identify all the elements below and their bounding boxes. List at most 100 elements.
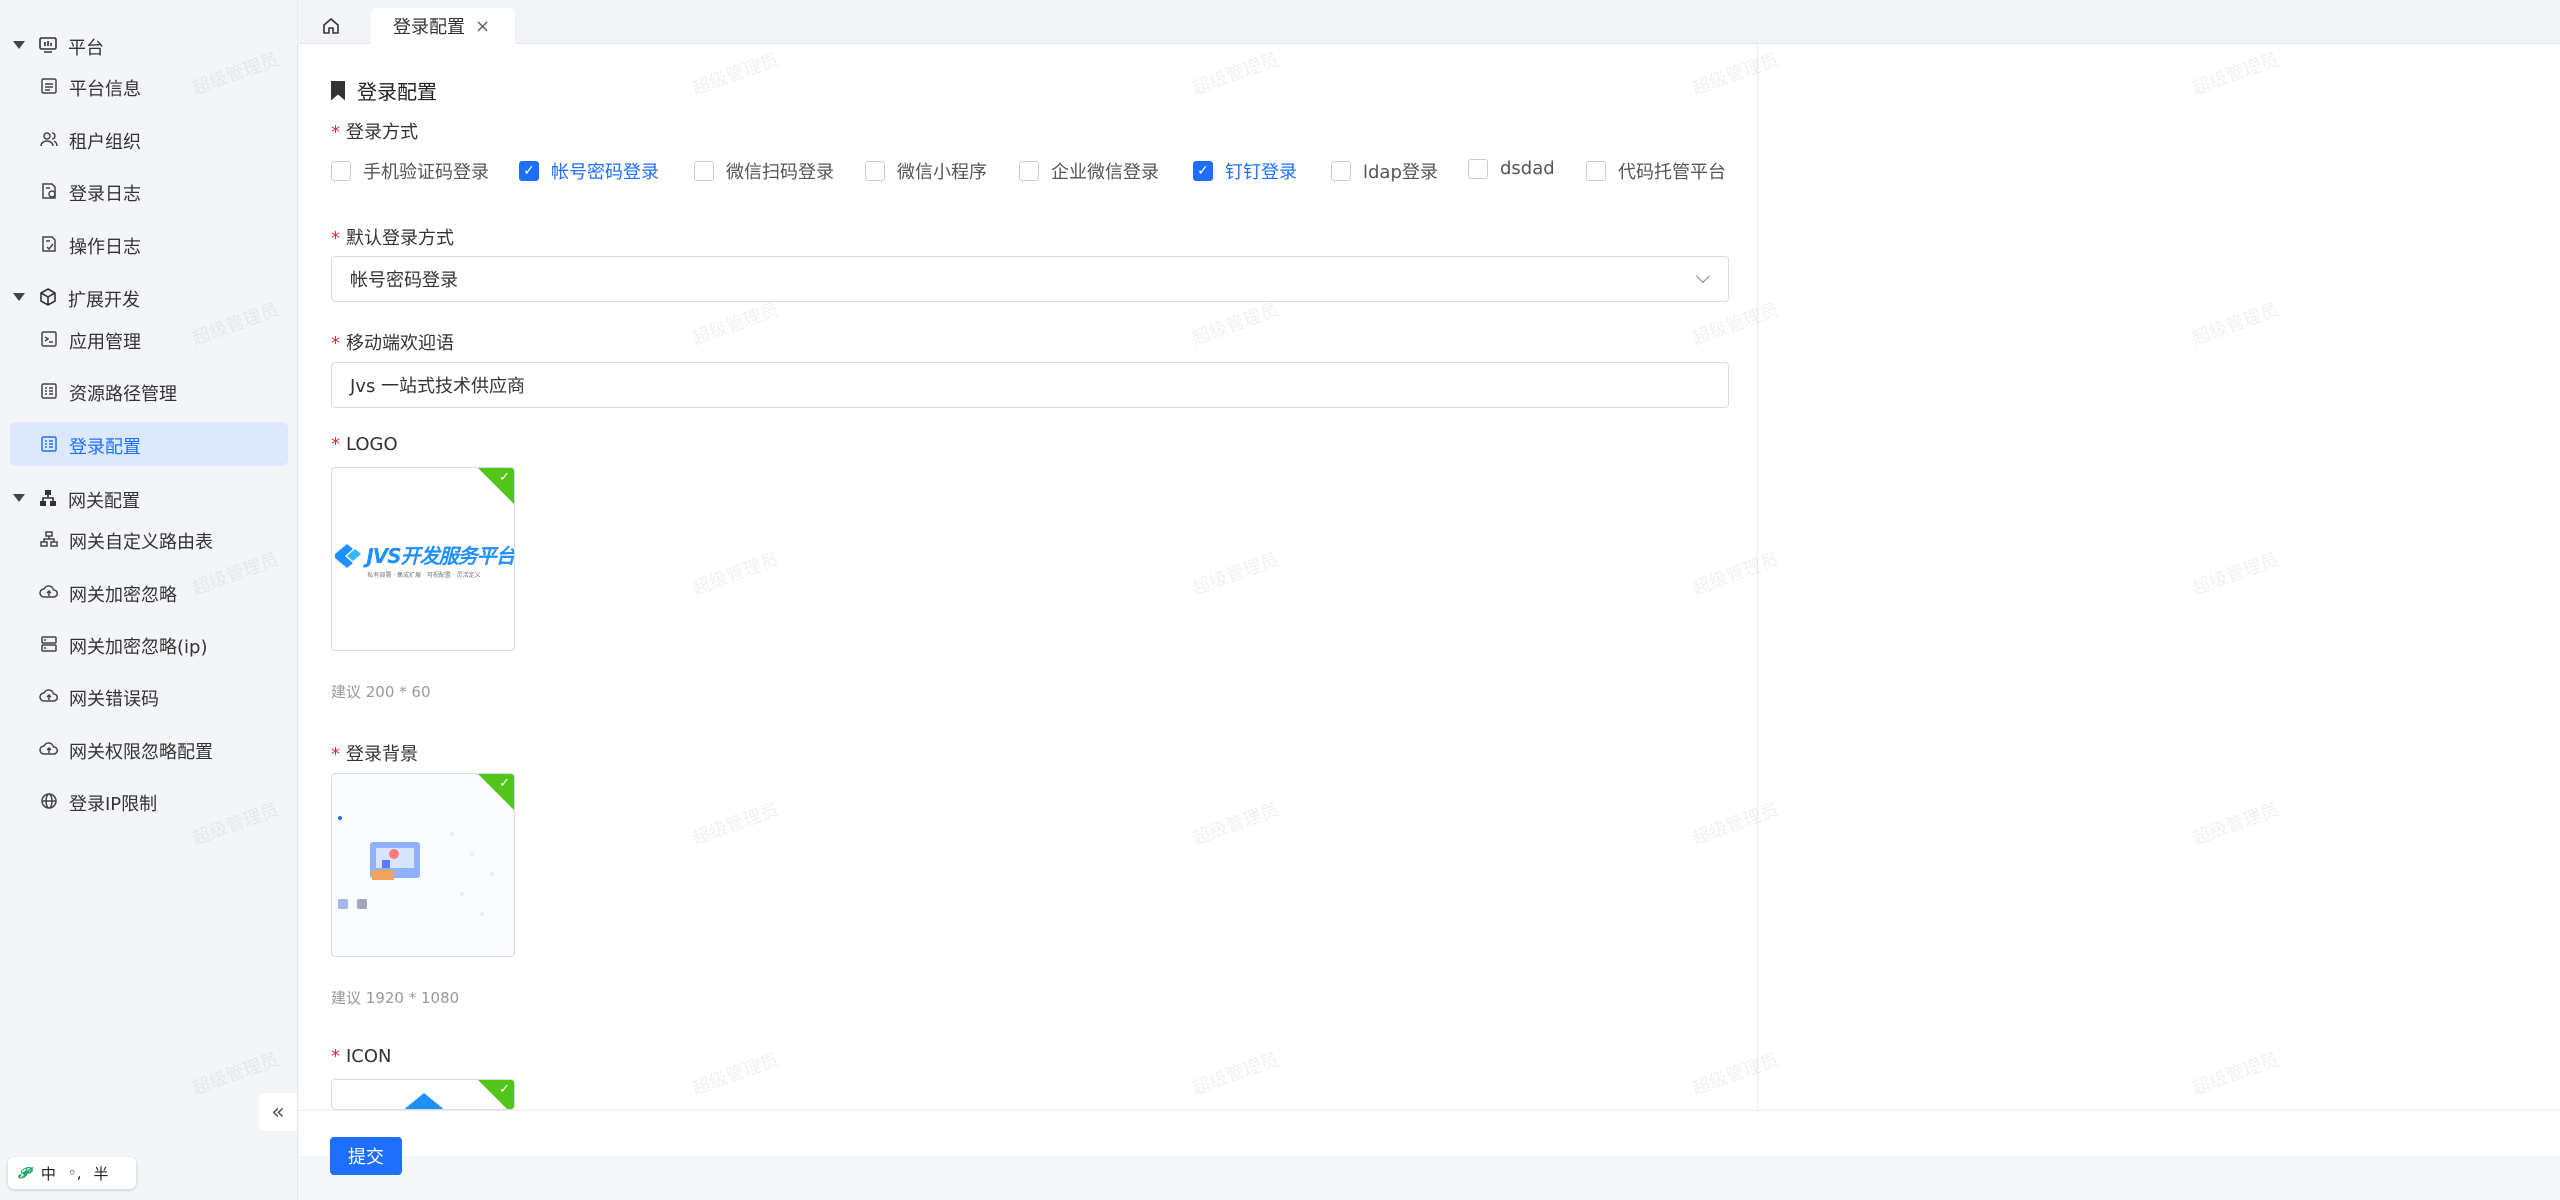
checkbox-box[interactable] xyxy=(331,161,351,181)
menu-group-label: 扩展开发 xyxy=(68,290,140,311)
ime-width-toggle[interactable]: 半 xyxy=(93,1163,108,1184)
check-icon: ✓ xyxy=(499,470,510,485)
check-icon[interactable]: ✓ xyxy=(519,161,539,181)
log-icon xyxy=(42,183,56,199)
tab-bar: 登录配置 × xyxy=(299,0,2560,44)
checkbox-dsdad[interactable]: dsdad xyxy=(1468,158,1555,179)
menu-group-platform[interactable]: 平台 xyxy=(0,25,298,65)
check-icon: ✓ xyxy=(499,776,510,791)
icon-label: * ICON xyxy=(331,1046,392,1067)
sidebar-item-tenant-org[interactable]: 租户组织 xyxy=(10,117,288,161)
sidebar-item-operation-log[interactable]: 操作日志 xyxy=(10,222,288,266)
sidebar-item-label: 租户组织 xyxy=(69,132,141,153)
bookmark-icon xyxy=(331,80,345,101)
welcome-input[interactable]: Jvs 一站式技术供应商 xyxy=(331,362,1729,408)
welcome-label: * 移动端欢迎语 xyxy=(331,333,454,354)
ime-punct-toggle[interactable]: ◦, xyxy=(68,1164,82,1182)
checkbox-ldap-login[interactable]: ldap登录 xyxy=(1331,158,1438,184)
sidebar-item-label: 网关权限忽略配置 xyxy=(69,742,213,763)
sidebar-item-label: 登录配置 xyxy=(69,437,141,458)
submit-button[interactable]: 提交 xyxy=(330,1137,402,1175)
default-method-select[interactable]: 帐号密码登录 xyxy=(331,256,1729,302)
checkbox-box[interactable] xyxy=(1586,161,1606,181)
home-icon xyxy=(323,18,339,34)
home-tab[interactable] xyxy=(307,8,355,44)
logo-text: JVS开发服务平台 xyxy=(366,544,515,568)
sidebar-item-label: 应用管理 xyxy=(69,332,141,353)
sidebar-item-gateway-permission-ignore[interactable]: 网关权限忽略配置 xyxy=(10,727,288,771)
checkbox-sms-login[interactable]: 手机验证码登录 xyxy=(331,158,489,184)
logo-upload[interactable]: JVS开发服务平台 私有部署 · 集成扩展 · 可视配置 · 灵活定义 ✓ xyxy=(331,467,515,651)
sidebar-item-login-config[interactable]: 登录配置 xyxy=(10,422,288,466)
route-icon xyxy=(40,531,58,547)
sidebar-item-label: 资源路径管理 xyxy=(69,384,177,405)
bg-label: * 登录背景 xyxy=(331,744,418,765)
sidebar-item-label: 网关自定义路由表 xyxy=(69,532,213,553)
icon-upload[interactable]: ✓ xyxy=(331,1079,515,1110)
sidebar-item-resource-path[interactable]: 资源路径管理 xyxy=(10,369,288,413)
sidebar-item-gateway-route[interactable]: 网关自定义路由表 xyxy=(10,517,288,561)
logo-hint: 建议 200 * 60 xyxy=(331,683,431,701)
sidebar-item-gateway-encrypt-ignore-ip[interactable]: 网关加密忽略(ip) xyxy=(10,622,288,666)
section-header: 登录配置 xyxy=(331,76,437,105)
gateway-icon xyxy=(40,490,56,506)
menu-group-extension[interactable]: 扩展开发 xyxy=(0,277,298,317)
input-value: Jvs 一站式技术供应商 xyxy=(350,376,526,397)
checkbox-box[interactable] xyxy=(1331,161,1351,181)
logo-preview: JVS开发服务平台 私有部署 · 集成扩展 · 可视配置 · 灵活定义 xyxy=(332,534,515,584)
sidebar-item-label: 平台信息 xyxy=(69,79,141,100)
checkbox-code-hosting[interactable]: 代码托管平台 xyxy=(1586,158,1726,184)
ime-lang-toggle[interactable]: 中 xyxy=(41,1163,56,1184)
document-icon xyxy=(41,78,57,94)
checkbox-box[interactable] xyxy=(1019,161,1039,181)
checkbox-wecom-login[interactable]: 企业微信登录 xyxy=(1019,158,1159,184)
sidebar-item-login-ip-limit[interactable]: 登录IP限制 xyxy=(10,779,288,823)
close-icon[interactable]: × xyxy=(475,16,490,37)
chevron-down-icon xyxy=(1695,268,1711,284)
server-icon xyxy=(41,636,57,652)
main-content: 登录配置 * 登录方式 手机验证码登录 ✓ 帐号密码登录 微信扫码登录 微信小程序 … xyxy=(299,44,2560,1156)
checkbox-box[interactable] xyxy=(1468,158,1488,179)
monitor-icon xyxy=(39,37,57,53)
checkbox-box[interactable] xyxy=(865,161,885,181)
ime-toolbar[interactable]: 𝓟 中 ◦, 半 xyxy=(8,1157,136,1189)
tab-login-config[interactable]: 登录配置 × xyxy=(371,8,515,44)
operation-log-icon xyxy=(42,236,56,252)
menu-group-label: 网关配置 xyxy=(68,491,140,512)
sidebar-item-gateway-encrypt-ignore[interactable]: 网关加密忽略 xyxy=(10,570,288,614)
list-icon xyxy=(41,383,57,399)
checkbox-password-login[interactable]: ✓ 帐号密码登录 xyxy=(519,158,659,184)
checkbox-wechat-scan-login[interactable]: 微信扫码登录 xyxy=(694,158,834,184)
jvs-logo-icon xyxy=(335,543,362,568)
sidebar-item-label: 操作日志 xyxy=(69,237,141,258)
select-value: 帐号密码登录 xyxy=(350,270,458,291)
checkbox-wechat-miniprogram[interactable]: 微信小程序 xyxy=(865,158,987,184)
sidebar-item-login-log[interactable]: 登录日志 xyxy=(10,169,288,213)
bg-hint: 建议 1920 * 1080 xyxy=(331,989,460,1007)
caret-down-icon xyxy=(13,41,25,49)
checkbox-dingtalk-login[interactable]: ✓ 钉钉登录 xyxy=(1193,158,1297,184)
checkbox-box[interactable] xyxy=(694,161,714,181)
cloud-icon xyxy=(39,689,58,702)
sidebar-item-label: 网关加密忽略(ip) xyxy=(69,637,208,658)
sidebar-item-label: 登录日志 xyxy=(69,184,141,205)
check-icon[interactable]: ✓ xyxy=(1193,161,1213,181)
sidebar: 平台 平台信息 租户组织 登录日志 操作日志 扩展开发 应用管理 资源路径管理 … xyxy=(0,0,298,1200)
tab-label: 登录配置 xyxy=(393,17,465,38)
menu-group-gateway[interactable]: 网关配置 xyxy=(0,478,298,518)
sidebar-item-label: 登录IP限制 xyxy=(69,794,158,815)
cloud-icon xyxy=(39,585,58,598)
background-upload[interactable]: ✓ xyxy=(331,773,515,957)
globe-icon xyxy=(41,793,57,809)
cube-icon xyxy=(40,288,56,306)
sidebar-item-app-management[interactable]: 应用管理 xyxy=(10,317,288,361)
collapse-sidebar-button[interactable]: « xyxy=(259,1093,297,1131)
sidebar-item-gateway-error-code[interactable]: 网关错误码 xyxy=(10,674,288,718)
sidebar-item-platform-info[interactable]: 平台信息 xyxy=(10,64,288,108)
default-method-label: * 默认登录方式 xyxy=(331,228,454,249)
footer-divider xyxy=(299,1110,2560,1111)
terminal-icon xyxy=(41,331,57,347)
login-methods-label: * 登录方式 xyxy=(331,122,418,143)
list-icon xyxy=(41,436,57,452)
check-icon: ✓ xyxy=(499,1082,510,1097)
